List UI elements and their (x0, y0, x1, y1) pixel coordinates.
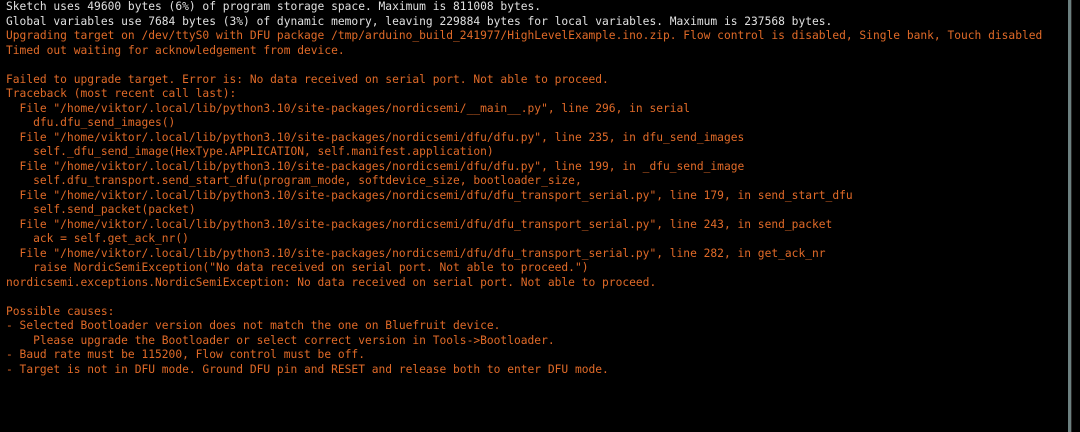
vertical-scrollbar[interactable] (1064, 0, 1080, 432)
console-line: Global variables use 7684 bytes (3%) of … (6, 14, 833, 28)
console-line: - Baud rate must be 115200, Flow control… (6, 348, 365, 361)
scrollbar-track (1071, 0, 1072, 432)
console-line: Sketch uses 49600 bytes (6%) of program … (6, 0, 542, 13)
console-line: Possible causes: (6, 304, 115, 318)
console-line: Traceback (most recent call last): (6, 87, 237, 100)
console-line: self.send_packet(packet) (6, 203, 196, 216)
console-line: - Target is not in DFU mode. Ground DFU … (6, 362, 609, 376)
console-line: nordicsemi.exceptions.NordicSemiExceptio… (6, 275, 657, 289)
console-line: File "/home/viktor/.local/lib/python3.10… (6, 188, 853, 202)
console-line: - Selected Bootloader version does not m… (6, 319, 501, 332)
arduino-console-output: { "console": { "lines": [ {"text": "Sket… (0, 0, 1080, 432)
console-line: raise NordicSemiException("No data recei… (6, 261, 589, 274)
console-line: Please upgrade the Bootloader or select … (6, 333, 555, 347)
console-line: File "/home/viktor/.local/lib/python3.10… (6, 246, 826, 260)
console-line: Upgrading target on /dev/ttyS0 with DFU … (6, 29, 1043, 42)
console-line: File "/home/viktor/.local/lib/python3.10… (6, 159, 745, 173)
console-line: Timed out waiting for acknowledgement fr… (6, 43, 345, 57)
console-line: self.dfu_transport.send_start_dfu(progra… (6, 174, 582, 187)
console-line: Failed to upgrade target. Error is: No d… (6, 72, 609, 86)
console-text-area[interactable]: Sketch uses 49600 bytes (6%) of program … (0, 0, 1064, 432)
console-line: File "/home/viktor/.local/lib/python3.10… (6, 130, 745, 144)
scrollbar-thumb[interactable] (1068, 0, 1071, 432)
console-line: File "/home/viktor/.local/lib/python3.10… (6, 101, 691, 115)
console-line: dfu.dfu_send_images() (6, 116, 176, 129)
console-line: self._dfu_send_image(HexType.APPLICATION… (6, 145, 494, 158)
console-line: File "/home/viktor/.local/lib/python3.10… (6, 217, 833, 231)
console-line: ack = self.get_ack_nr() (6, 232, 189, 245)
